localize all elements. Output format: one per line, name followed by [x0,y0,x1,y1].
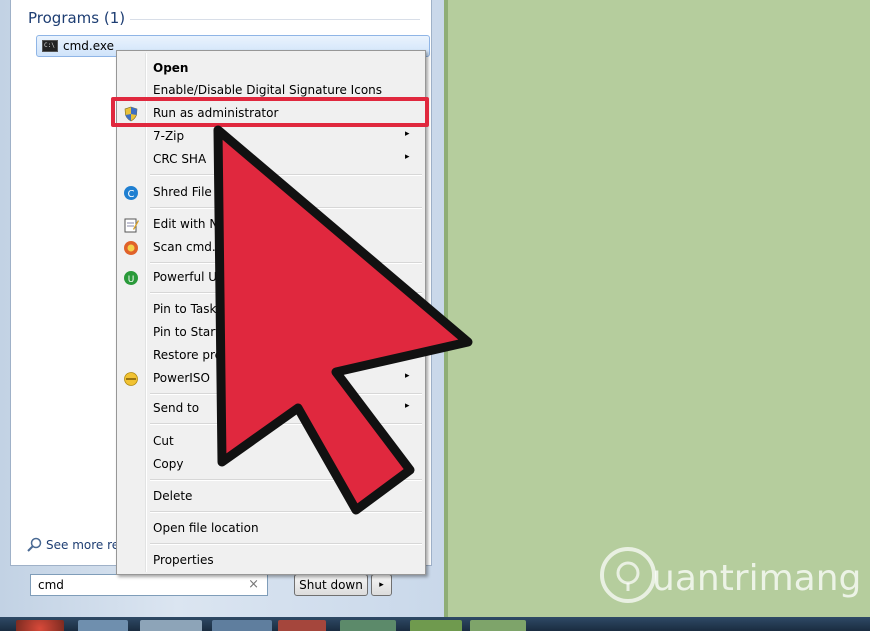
taskbar-button[interactable] [212,620,272,631]
menu-item-label: PowerISO [153,371,210,385]
menu-item-label: Scan cmd.e [153,240,224,254]
program-item-label: cmd.exe [63,39,115,53]
highlight-box [111,97,429,127]
menu-item-shred-file[interactable]: C Shred File [117,182,425,204]
menu-item-label: Copy [153,457,184,471]
menu-item-delete[interactable]: Delete [117,486,425,508]
menu-item-label: Powerful U [153,270,218,284]
menu-separator [150,511,422,513]
menu-item-label: CRC SHA [153,152,207,166]
svg-text:C: C [128,189,135,200]
submenu-arrow-icon: ▸ [405,152,410,162]
menu-item-copy[interactable]: Copy [117,454,425,476]
menu-item-edit-with[interactable]: Edit with N [117,214,425,236]
clear-search-icon[interactable]: × [248,577,259,592]
menu-separator [150,543,422,545]
notepad-icon [124,218,139,233]
taskbar-button[interactable] [140,620,202,631]
menu-item-open[interactable]: Open [117,58,425,80]
menu-item-cut[interactable]: Cut [117,431,425,453]
menu-item-crc-sha[interactable]: CRC SHA ▸ [117,149,425,171]
menu-item-pin-to-taskbar[interactable]: Pin to Task [117,299,425,321]
menu-item-label: Cut [153,434,174,448]
menu-item-label: Edit with N [153,217,219,231]
menu-item-label: Shred File [153,185,212,199]
menu-item-send-to[interactable]: Send to ▸ [117,398,425,420]
programs-header: Programs (1) [28,9,126,27]
menu-item-scan[interactable]: Scan cmd.e [117,237,425,259]
console-icon: C:\ [42,40,58,52]
menu-item-label: Delete [153,489,193,503]
submenu-arrow-icon: ▸ [405,401,410,411]
search-icon [27,537,42,552]
menu-item-label: Restore pre [153,348,223,362]
menu-item-label: Pin to Start [153,325,220,339]
taskbar-button[interactable] [470,620,526,631]
screenshot-frame: Programs (1) C:\ cmd.exe See more re cmd… [0,0,870,631]
menu-item-restore-previous[interactable]: Restore pre [117,345,425,367]
menu-separator [150,423,422,425]
shred-icon: C [124,186,138,200]
submenu-arrow-icon: ▸ [405,129,410,139]
shutdown-button[interactable]: Shut down [294,574,368,596]
menu-item-label: Pin to Task [153,302,217,316]
menu-item-open-file-location[interactable]: Open file location [117,518,425,540]
svg-text:U: U [128,275,135,285]
taskbar-button[interactable] [340,620,396,631]
taskbar-button[interactable] [410,620,462,631]
menu-separator [150,393,422,395]
menu-item-poweriso[interactable]: PowerISO ▸ [117,368,425,390]
uninstaller-icon: U [124,271,138,285]
menu-item-label: Open [153,61,189,75]
menu-separator [150,262,422,264]
menu-item-powerful-uninstall[interactable]: U Powerful U [117,267,425,289]
taskbar-button[interactable] [278,620,326,631]
antivirus-icon [124,241,138,255]
menu-item-label: 7-Zip [153,129,185,143]
submenu-arrow-icon: ▸ [405,371,410,381]
menu-item-label: Open file location [153,521,259,535]
menu-separator [150,479,422,481]
search-input-value: cmd [38,578,64,592]
start-orb-button[interactable] [16,620,64,631]
search-input[interactable]: cmd × [30,574,268,596]
shutdown-options-button[interactable]: ▸ [371,574,392,596]
menu-item-label: Send to [153,401,200,415]
menu-item-label: Enable/Disable Digital Signature Icons [153,83,383,97]
watermark-text: uantrimang [652,558,862,599]
menu-separator [150,292,422,294]
menu-separator [150,174,422,176]
poweriso-icon [124,372,138,386]
taskbar-button[interactable] [78,620,128,631]
menu-item-properties[interactable]: Properties [117,550,425,572]
programs-divider [130,19,420,20]
menu-item-label: Properties [153,553,214,567]
desktop-background [448,0,870,617]
menu-item-7zip[interactable]: 7-Zip ▸ [117,126,425,148]
see-more-results-link[interactable]: See more re [46,538,119,552]
menu-separator [150,207,422,209]
context-menu: Open Enable/Disable Digital Signature Ic… [116,50,426,575]
menu-item-pin-to-start[interactable]: Pin to Start [117,322,425,344]
